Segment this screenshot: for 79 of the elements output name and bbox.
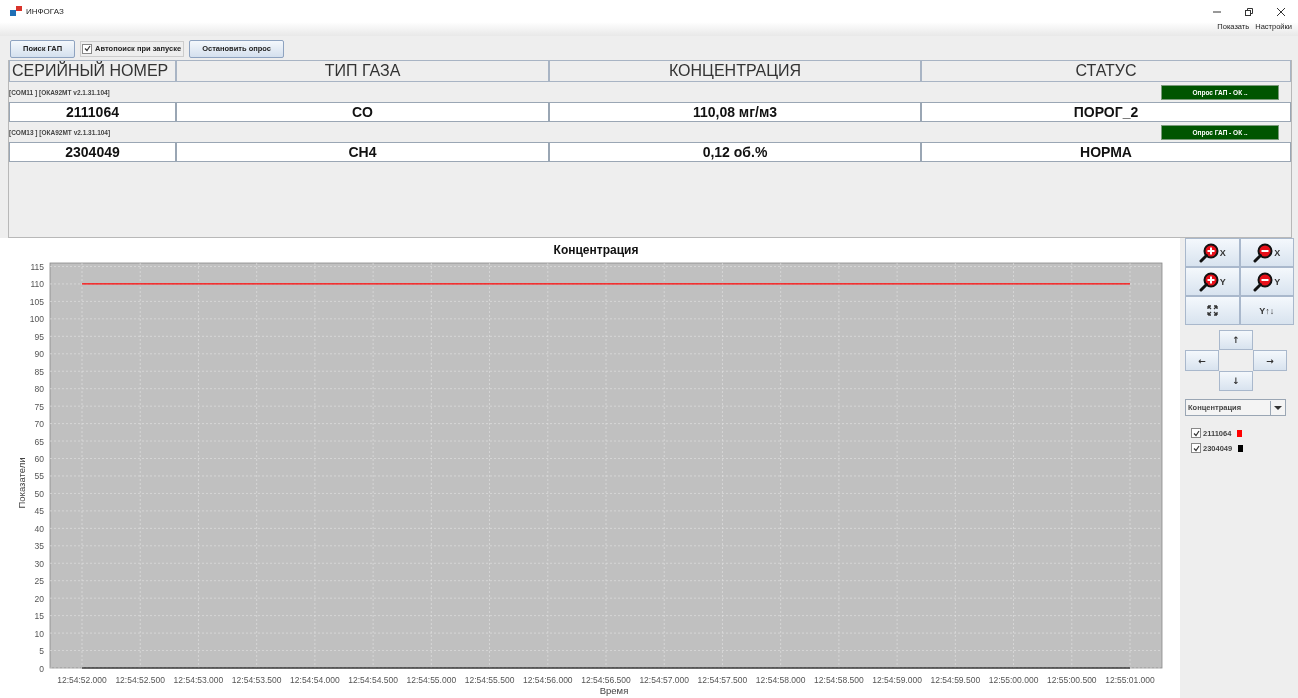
pan-right-button[interactable]: → bbox=[1253, 350, 1287, 371]
chart-title: Концентрация bbox=[553, 243, 639, 257]
x-tick-label: 12:55:01.000 bbox=[1105, 675, 1155, 685]
column-header: СТАТУС bbox=[921, 60, 1291, 82]
app-logo-icon bbox=[10, 6, 22, 16]
table-cell: CH4 bbox=[176, 142, 549, 162]
y-tick-label: 80 bbox=[34, 384, 44, 395]
zoom-button[interactable]: Y bbox=[1185, 267, 1240, 296]
y-tick-label: 90 bbox=[34, 349, 44, 360]
table-cell: 2304049 bbox=[9, 142, 176, 162]
y-tick-label: 95 bbox=[34, 331, 44, 342]
y-tick-label: 5 bbox=[39, 646, 44, 657]
x-tick-label: 12:54:55.000 bbox=[406, 675, 457, 685]
x-tick-label: 12:54:59.500 bbox=[930, 675, 981, 685]
x-tick-label: 12:54:56.000 bbox=[522, 675, 573, 685]
pan-left-button[interactable]: ← bbox=[1185, 350, 1219, 371]
x-tick-label: 12:54:52.500 bbox=[115, 675, 166, 685]
x-tick-label: 12:54:55.500 bbox=[464, 675, 515, 685]
y-tick-label: 75 bbox=[34, 401, 44, 412]
dropdown-caret-icon bbox=[1270, 400, 1285, 415]
checkmark-icon bbox=[83, 45, 91, 52]
y-tick-label: 20 bbox=[34, 593, 44, 604]
x-tick-label: 12:54:54.000 bbox=[290, 675, 340, 685]
x-tick-label: 12:54:56.500 bbox=[581, 675, 631, 685]
table-cell: 2111064 bbox=[9, 102, 176, 122]
y-tick-label: 0 bbox=[39, 663, 44, 674]
zoom-button[interactable]: X bbox=[1239, 238, 1294, 267]
pan-down-button[interactable]: ↓ bbox=[1219, 371, 1253, 391]
y-tick-label: 25 bbox=[34, 576, 44, 587]
y-tick-label: 105 bbox=[29, 296, 44, 307]
y-tick-label: 40 bbox=[34, 523, 44, 534]
x-tick-label: 12:55:00.000 bbox=[988, 675, 1039, 685]
zoom-button[interactable]: Y bbox=[1239, 267, 1294, 296]
autoscale-y-button[interactable]: Y↑↓ bbox=[1239, 296, 1294, 325]
magnifier-icon bbox=[1253, 242, 1274, 263]
restore-icon[interactable] bbox=[1244, 7, 1254, 17]
x-axis-label: Время bbox=[599, 685, 629, 696]
y-tick-label: 50 bbox=[34, 488, 44, 499]
y-tick-label: 110 bbox=[30, 279, 44, 290]
close-icon[interactable] bbox=[1276, 7, 1286, 17]
x-tick-label: 12:54:57.500 bbox=[697, 675, 748, 685]
y-axis-label: Показатели bbox=[16, 457, 27, 509]
table-cell: 110,08 мг/м3 bbox=[549, 102, 921, 122]
y-tick-label: 15 bbox=[34, 611, 44, 622]
y-tick-label: 55 bbox=[34, 471, 44, 482]
column-header: СЕРИЙНЫЙ НОМЕР bbox=[9, 60, 176, 82]
y-tick-label: 115 bbox=[30, 262, 44, 272]
column-header: КОНЦЕНТРАЦИЯ bbox=[549, 60, 921, 82]
magnifier-icon bbox=[1253, 271, 1274, 292]
x-tick-label: 12:55:00.500 bbox=[1046, 675, 1097, 685]
zoom-button[interactable]: X bbox=[1185, 238, 1240, 267]
x-tick-label: 12:54:59.000 bbox=[872, 675, 922, 685]
table-cell: НОРМА bbox=[921, 142, 1291, 162]
y-tick-label: 45 bbox=[34, 506, 44, 517]
column-header: ТИП ГАЗА bbox=[176, 60, 549, 82]
y-tick-label: 70 bbox=[34, 419, 44, 430]
window-title: ИНФОГАЗ bbox=[26, 6, 64, 16]
x-tick-label: 12:54:53.000 bbox=[173, 675, 224, 685]
x-tick-label: 12:54:53.500 bbox=[231, 675, 282, 685]
y-tick-label: 65 bbox=[34, 436, 44, 447]
fit-button[interactable] bbox=[1185, 296, 1240, 325]
y-tick-label: 30 bbox=[34, 558, 44, 569]
x-tick-label: 12:54:58.000 bbox=[755, 675, 806, 685]
x-tick-label: 12:54:52.000 bbox=[57, 675, 107, 685]
y-tick-label: 100 bbox=[29, 314, 44, 325]
table-cell: 0,12 об.% bbox=[549, 142, 921, 162]
x-tick-label: 12:54:58.500 bbox=[814, 675, 864, 685]
table-cell: CO bbox=[176, 102, 549, 122]
y-tick-label: 35 bbox=[34, 541, 44, 552]
x-tick-label: 12:54:57.000 bbox=[639, 675, 690, 685]
table-cell: ПОРОГ_2 bbox=[921, 102, 1291, 122]
pan-up-button[interactable]: ↑ bbox=[1219, 330, 1253, 350]
y-tick-label: 85 bbox=[34, 366, 44, 377]
x-tick-label: 12:54:54.500 bbox=[348, 675, 398, 685]
y-tick-label: 60 bbox=[34, 454, 44, 464]
magnifier-icon bbox=[1198, 271, 1219, 292]
y-tick-label: 10 bbox=[34, 628, 44, 639]
expand-arrows-icon bbox=[1206, 305, 1218, 316]
magnifier-icon bbox=[1198, 242, 1219, 263]
